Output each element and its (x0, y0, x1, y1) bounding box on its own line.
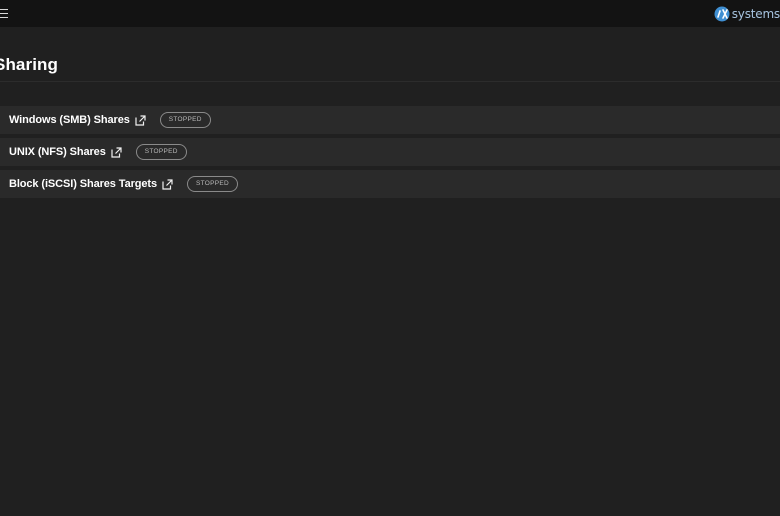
nfs-shares-label: UNIX (NFS) Shares (9, 146, 106, 158)
share-row-iscsi: Block (iSCSI) Shares Targets STOPPED (0, 170, 780, 198)
ix-logo-icon (714, 6, 730, 21)
smb-shares-label: Windows (SMB) Shares (9, 114, 130, 126)
ix-systems-logo[interactable]: systems (713, 5, 780, 22)
brand-text: systems (731, 6, 780, 21)
open-in-new-icon[interactable] (135, 114, 146, 126)
status-badge: STOPPED (135, 144, 187, 160)
shares-list: Windows (SMB) Shares STOPPED UNIX (NFS) … (0, 106, 780, 202)
iscsi-shares-label: Block (iSCSI) Shares Targets (9, 178, 157, 190)
open-in-new-icon[interactable] (162, 178, 173, 190)
share-row-nfs: UNIX (NFS) Shares STOPPED (0, 138, 780, 166)
status-badge: STOPPED (187, 176, 239, 192)
top-toolbar: systems (0, 0, 780, 27)
page-title: Sharing (0, 55, 58, 74)
share-row-smb: Windows (SMB) Shares STOPPED (0, 106, 780, 134)
page-header: Sharing (0, 27, 780, 82)
open-in-new-icon[interactable] (111, 146, 122, 158)
hamburger-menu-icon[interactable] (0, 8, 10, 19)
status-badge: STOPPED (159, 112, 211, 128)
